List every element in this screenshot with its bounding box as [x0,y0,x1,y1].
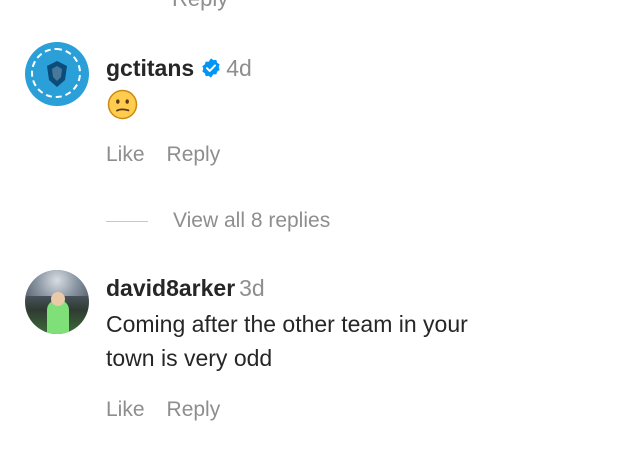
comment-time: 3d [239,275,265,301]
comment-header: david8arker 3d [106,274,265,302]
comment-header: gctitans 4d [106,54,252,82]
view-replies-button[interactable]: View all 8 replies [106,206,330,236]
comment-time: 4d [226,55,252,81]
previous-reply-link[interactable]: Reply [172,0,228,12]
like-button[interactable]: Like [106,143,145,167]
username[interactable]: gctitans [106,55,194,81]
comment-text: Coming after the other team in your town… [106,307,606,375]
avatar[interactable] [25,270,89,334]
confused-face-emoji-icon [107,89,138,120]
like-button[interactable]: Like [106,398,145,422]
replies-divider-line [106,220,148,222]
comment-actions: Like Reply [106,143,220,167]
comment-text-line: Coming after the other team in your [106,311,468,337]
view-replies-label: View all 8 replies [173,209,331,232]
comment-actions: Like Reply [106,398,220,422]
reply-button[interactable]: Reply [167,143,221,167]
verified-badge-icon [202,58,220,78]
username[interactable]: david8arker [106,275,235,301]
comment-text-line: town is very odd [106,345,273,371]
reply-button[interactable]: Reply [167,398,221,422]
avatar-photo-head [51,292,65,306]
avatar[interactable] [25,42,89,106]
titans-logo-icon [47,61,67,87]
